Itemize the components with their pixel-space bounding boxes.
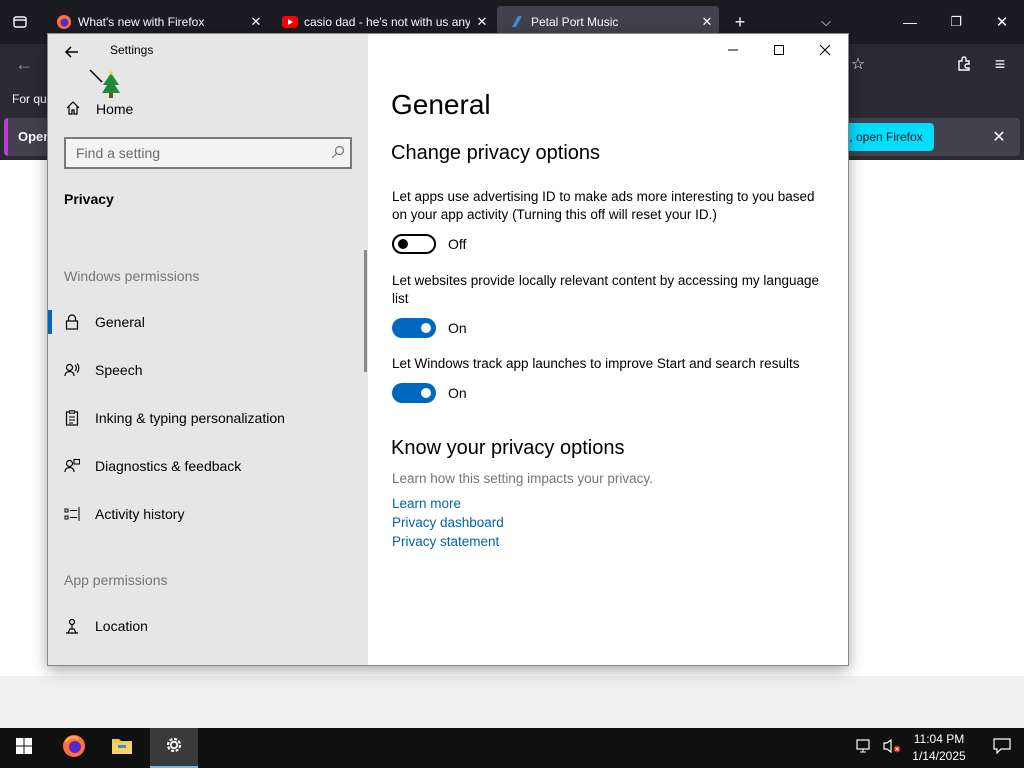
sidebar-item-label: Activity history — [95, 506, 185, 522]
search-input[interactable]: Find a setting — [64, 137, 352, 169]
know-privacy-description: Learn how this setting impacts your priv… — [392, 471, 653, 486]
toggle-state-label: On — [448, 320, 467, 336]
taskbar-file-explorer-button[interactable] — [98, 728, 146, 768]
speech-icon — [64, 362, 80, 378]
nav-home[interactable]: Home — [64, 94, 354, 124]
toggle-knob — [398, 239, 408, 249]
clock-date: 1/14/2025 — [912, 749, 966, 763]
sidebar-item-activity-history[interactable]: Activity history — [48, 494, 364, 534]
bookmarks-bar-text: For qu — [12, 92, 47, 106]
firefox-icon — [56, 14, 72, 30]
page-title: General — [391, 89, 491, 120]
back-arrow-icon[interactable] — [58, 38, 86, 66]
menu-icon[interactable]: ≡ — [988, 50, 1012, 78]
settings-content-pane: General Change privacy options Let apps … — [368, 34, 848, 665]
start-button[interactable] — [0, 728, 48, 768]
track-app-launches-description: Let Windows track app launches to improv… — [392, 356, 800, 371]
toggle-knob — [421, 323, 431, 333]
gear-icon — [164, 735, 184, 760]
settings-window: Settings Home Find a setting Privacy Win… — [47, 33, 849, 666]
system-tray — [856, 728, 902, 768]
activity-icon — [64, 506, 80, 522]
volume-muted-icon[interactable] — [882, 738, 902, 759]
privacy-dashboard-link[interactable]: Privacy dashboard — [392, 515, 504, 530]
inking-icon — [64, 410, 80, 426]
close-icon[interactable]: ✕ — [980, 0, 1024, 44]
sidebar-item-label: Speech — [95, 362, 143, 378]
restore-icon[interactable]: ❐ — [934, 0, 978, 44]
settings-nav-pane: Settings Home Find a setting Privacy Win… — [48, 34, 368, 665]
home-label: Home — [96, 101, 134, 117]
windows-logo-icon — [16, 737, 32, 759]
learn-more-link[interactable]: Learn more — [392, 496, 461, 511]
nav-scrollbar[interactable] — [364, 250, 367, 372]
advertising-id-toggle[interactable] — [392, 234, 436, 254]
toggle-state-label: Off — [448, 236, 467, 252]
know-privacy-heading: Know your privacy options — [391, 437, 625, 459]
open-firefox-button[interactable]: , open Firefox — [838, 123, 934, 151]
sidebar-item-label: Inking & typing personalization — [95, 410, 285, 426]
close-icon[interactable]: ✕ — [986, 123, 1012, 151]
language-list-toggle[interactable] — [392, 318, 436, 338]
page-footer-area — [0, 676, 1024, 728]
nav-group-windows-permissions: Windows permissions — [64, 268, 200, 284]
language-list-setting: On — [392, 318, 467, 338]
language-list-description: Let websites provide locally relevant co… — [392, 273, 819, 306]
sidebar-item-diagnostics-feedback[interactable]: Diagnostics & feedback — [48, 446, 364, 486]
minimize-icon[interactable]: — — [888, 0, 932, 44]
toggle-state-label: On — [448, 385, 467, 401]
maximize-button[interactable] — [756, 34, 802, 66]
sidebar-item-speech[interactable]: Speech — [48, 350, 364, 390]
search-icon — [326, 145, 350, 162]
diagnostics-icon — [64, 458, 80, 474]
nav-group-app-permissions: App permissions — [64, 572, 168, 588]
search-placeholder: Find a setting — [76, 145, 161, 161]
taskbar: 11:04 PM 1/14/2025 — [0, 728, 1024, 768]
action-center-button[interactable] — [980, 728, 1024, 768]
system-clock[interactable]: 11:04 PM 1/14/2025 — [906, 731, 972, 765]
folder-icon — [111, 736, 133, 761]
track-app-launches-toggle[interactable] — [392, 383, 436, 403]
minimize-button[interactable] — [710, 34, 756, 66]
advertising-id-description: Let apps use advertising ID to make ads … — [392, 189, 815, 222]
app-title: Settings — [110, 43, 154, 57]
sidebar-item-label: Diagnostics & feedback — [95, 458, 242, 474]
back-arrow-icon[interactable]: ← — [10, 50, 38, 78]
location-icon — [64, 618, 80, 634]
bookmark-star-icon[interactable]: ☆ — [846, 50, 870, 78]
youtube-icon — [282, 14, 298, 30]
sidebar-item-location[interactable]: Location — [48, 606, 364, 646]
taskbar-firefox-button[interactable] — [50, 728, 98, 768]
close-button[interactable] — [802, 34, 848, 66]
network-icon[interactable] — [856, 738, 874, 759]
sidebar-item-label: General — [95, 314, 145, 330]
close-icon[interactable]: ✕ — [470, 14, 494, 30]
lock-icon — [64, 314, 80, 330]
privacy-statement-link[interactable]: Privacy statement — [392, 534, 499, 549]
sidebar-item-inking-typing[interactable]: Inking & typing personalization — [48, 398, 364, 438]
section-title: Privacy — [64, 191, 114, 207]
track-app-launches-setting: On — [392, 383, 467, 403]
advertising-id-setting: Off — [392, 234, 466, 254]
tab-label: Petal Port Music — [531, 15, 619, 29]
sidebar-item-general[interactable]: General — [48, 302, 364, 342]
petal-icon — [509, 14, 525, 30]
tab-label: What's new with Firefox — [78, 15, 205, 29]
firefox-icon — [62, 734, 86, 763]
tab-label: casio dad - he's not with us any — [304, 15, 470, 29]
sidebar-item-label: Location — [95, 618, 148, 634]
close-icon[interactable]: ✕ — [244, 14, 268, 30]
toggle-knob — [421, 388, 431, 398]
extensions-icon[interactable] — [952, 50, 976, 78]
change-privacy-heading: Change privacy options — [391, 142, 601, 164]
list-all-tabs-icon[interactable] — [6, 6, 34, 38]
notification-icon — [993, 737, 1011, 759]
home-icon — [64, 100, 82, 119]
close-icon[interactable]: ✕ — [695, 14, 719, 30]
taskbar-settings-button[interactable] — [150, 728, 198, 768]
clock-time: 11:04 PM — [913, 732, 965, 746]
